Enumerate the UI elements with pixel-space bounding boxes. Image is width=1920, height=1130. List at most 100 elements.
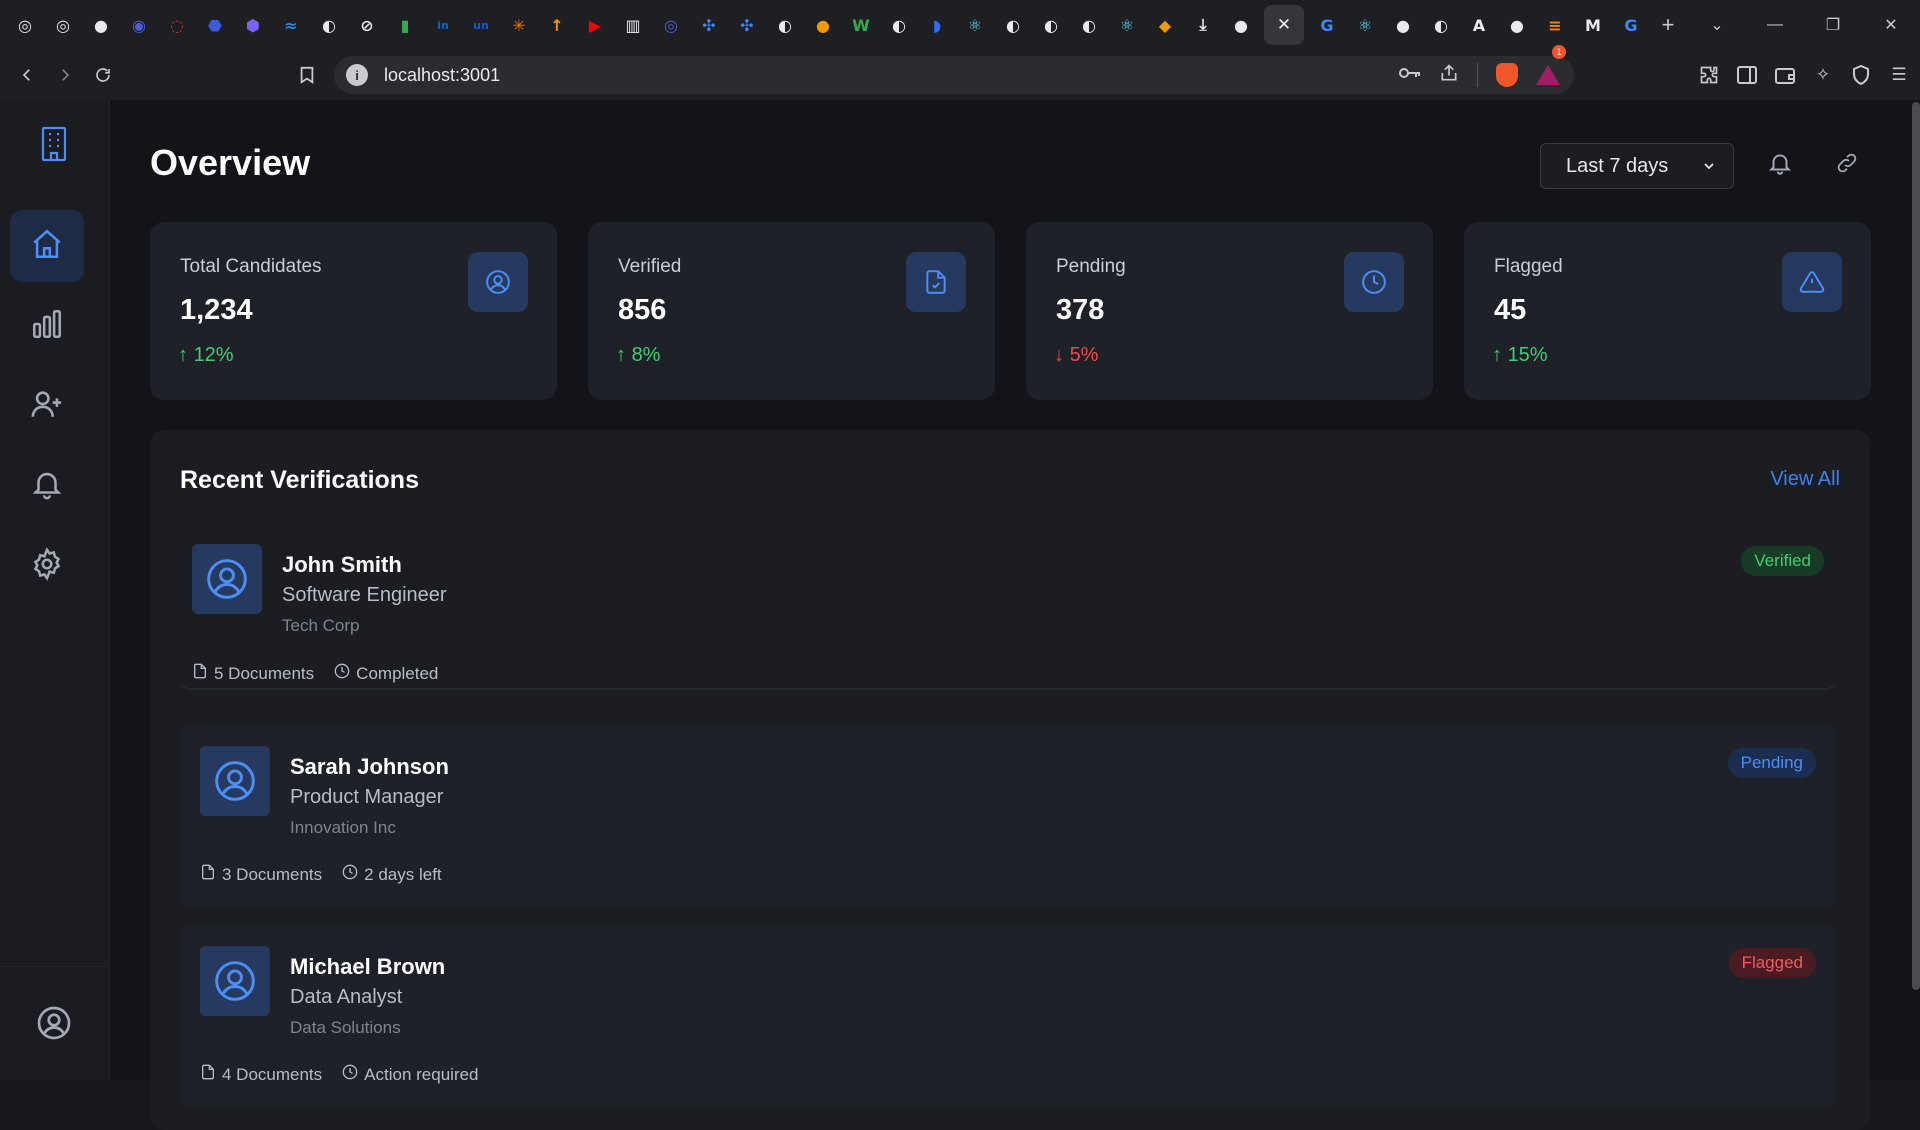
date-range-select[interactable]: Last 7 days xyxy=(1540,143,1734,189)
sidebar-toggle-icon[interactable] xyxy=(1736,64,1758,86)
app: Overview Last 7 days Total Candidates 1,… xyxy=(0,100,1920,1130)
scrollbar-thumb[interactable] xyxy=(1912,102,1920,990)
candidate-name: John Smith xyxy=(282,552,402,577)
favicon-download-tab[interactable]: ⤓ xyxy=(1184,7,1222,43)
share-icon[interactable] xyxy=(1439,63,1459,88)
favicon-23-tab[interactable]: W xyxy=(842,7,880,43)
favicon-medium-tab[interactable]: M xyxy=(1574,7,1612,43)
favicon-31-tab[interactable]: ◆ xyxy=(1146,7,1184,43)
status-badge: Verified xyxy=(1741,546,1824,576)
minimize-icon[interactable]: — xyxy=(1746,0,1804,50)
sidebar-item-add-candidate[interactable] xyxy=(10,370,84,442)
favicon-linkedin-tab[interactable]: in xyxy=(424,7,462,43)
brave-shields-icon[interactable] xyxy=(1496,63,1518,87)
verification-item[interactable]: Michael Brown Data Analyst Data Solution… xyxy=(180,926,1836,1106)
sidebar-item-analytics[interactable] xyxy=(10,290,84,362)
link-button[interactable] xyxy=(1830,148,1864,182)
favicon-20-tab[interactable]: ✣ xyxy=(728,7,766,43)
favicon-27-tab[interactable]: ◐ xyxy=(994,7,1032,43)
restore-icon[interactable]: ❐ xyxy=(1804,0,1862,50)
favicon-21-tab[interactable]: ◐ xyxy=(766,7,804,43)
brave-rewards-icon[interactable]: 1 xyxy=(1536,45,1566,85)
favicon-31-icon: ◆ xyxy=(1158,15,1172,35)
notifications-button[interactable] xyxy=(1763,148,1797,182)
favicon-github-3-tab[interactable]: ● xyxy=(1384,7,1422,43)
favicon-github-tab[interactable]: ● xyxy=(82,7,120,43)
site-info-icon[interactable]: i xyxy=(346,64,368,86)
favicon-30-tab[interactable]: ⚛ xyxy=(1108,7,1146,43)
favicon-1-tab[interactable]: ◎ xyxy=(6,7,44,43)
stat-change: ↑ 15% xyxy=(1492,344,1548,367)
key-icon[interactable] xyxy=(1399,66,1421,85)
home-icon xyxy=(30,227,64,266)
stat-value: 856 xyxy=(618,294,667,326)
favicon-5-tab[interactable]: ◌ xyxy=(158,7,196,43)
favicon-github-4-tab[interactable]: ● xyxy=(1498,7,1536,43)
url-text[interactable]: localhost:3001 xyxy=(384,65,500,86)
favicon-40-tab[interactable]: ≡ xyxy=(1536,7,1574,43)
favicon-24-tab[interactable]: ◐ xyxy=(880,7,918,43)
sidebar-item-settings[interactable] xyxy=(10,530,84,602)
building-logo-icon[interactable] xyxy=(38,126,70,162)
favicon-7-tab[interactable]: ⬢ xyxy=(234,7,272,43)
favicon-29-tab[interactable]: ◐ xyxy=(1070,7,1108,43)
forward-icon[interactable] xyxy=(46,56,84,94)
favicon-4-tab[interactable]: ◉ xyxy=(120,7,158,43)
new-tab-button[interactable]: + xyxy=(1650,7,1686,43)
menu-icon[interactable]: ☰ xyxy=(1888,64,1910,86)
sidebar-item-home[interactable] xyxy=(10,210,84,282)
verification-item[interactable]: John Smith Software Engineer Tech Corp 5… xyxy=(180,530,1836,690)
favicon-14-tab[interactable]: ✳ xyxy=(500,7,538,43)
favicon-5-icon: ◌ xyxy=(170,15,184,35)
favicon-17-tab[interactable]: ▥ xyxy=(614,7,652,43)
wallet-icon[interactable] xyxy=(1774,64,1796,86)
favicon-8-tab[interactable]: ≈ xyxy=(272,7,310,43)
favicon-9-tab[interactable]: ◐ xyxy=(310,7,348,43)
verification-item[interactable]: Sarah Johnson Product Manager Innovation… xyxy=(180,726,1836,906)
browser-toolbar: i localhost:3001 1 ✧ ☰ xyxy=(0,45,1920,100)
favicon-google-2-tab[interactable]: G xyxy=(1612,7,1650,43)
leo-ai-icon[interactable]: ✧ xyxy=(1812,64,1834,86)
stat-label: Verified xyxy=(618,256,682,277)
close-window-icon[interactable]: ✕ xyxy=(1862,0,1920,50)
favicon-10-tab[interactable]: ⊘ xyxy=(348,7,386,43)
close-tab-icon[interactable]: ✕ xyxy=(1277,15,1291,35)
favicon-38-tab[interactable]: A xyxy=(1460,7,1498,43)
view-all-link[interactable]: View All xyxy=(1770,468,1840,491)
favicon-11-tab[interactable]: ▮ xyxy=(386,7,424,43)
arrow-up-icon: ↑ xyxy=(616,344,626,366)
arrow-up-icon: ↑ xyxy=(1492,344,1502,366)
extensions-icon[interactable] xyxy=(1698,64,1720,86)
address-bar[interactable]: i localhost:3001 1 xyxy=(334,45,1574,94)
reload-icon[interactable] xyxy=(84,56,122,94)
item-meta: 3 Documents 2 days left xyxy=(200,864,442,885)
favicon-26-tab[interactable]: ⚛ xyxy=(956,7,994,43)
favicon-github-2-tab[interactable]: ● xyxy=(1222,7,1260,43)
address-bar-actions: 1 xyxy=(1399,45,1566,94)
page-scrollbar[interactable] xyxy=(1910,100,1920,1080)
vpn-icon[interactable] xyxy=(1850,64,1872,86)
favicon-28-tab[interactable]: ◐ xyxy=(1032,7,1070,43)
favicon-19-tab[interactable]: ✣ xyxy=(690,7,728,43)
tab-search-icon[interactable]: ⌄ xyxy=(1688,0,1746,50)
favicon-22-tab[interactable]: ● xyxy=(804,7,842,43)
favicon-6-tab[interactable]: ⬣ xyxy=(196,7,234,43)
active-tab[interactable]: ✕ xyxy=(1264,5,1304,45)
rewards-badge: 1 xyxy=(1552,45,1566,59)
favicon-react-tab[interactable]: ⚛ xyxy=(1346,7,1384,43)
favicon-youtube-tab[interactable]: ▶ xyxy=(576,7,614,43)
profile-avatar-icon[interactable] xyxy=(36,1005,72,1046)
window-controls: ⌄ — ❐ ✕ xyxy=(1688,0,1920,50)
stat-change: ↓ 5% xyxy=(1054,344,1098,367)
bookmark-icon[interactable] xyxy=(288,56,326,94)
favicon-18-tab[interactable]: ◎ xyxy=(652,7,690,43)
favicon-25-tab[interactable]: ◗ xyxy=(918,7,956,43)
sidebar-item-notifications[interactable] xyxy=(10,450,84,522)
documents-text: 3 Documents xyxy=(222,864,323,884)
favicon-37-tab[interactable]: ◐ xyxy=(1422,7,1460,43)
favicon-2-tab[interactable]: ◎ xyxy=(44,7,82,43)
back-icon[interactable] xyxy=(8,56,46,94)
favicon-google-tab[interactable]: G xyxy=(1308,7,1346,43)
favicon-15-tab[interactable]: ↑ xyxy=(538,7,576,43)
favicon-unstop-tab[interactable]: un xyxy=(462,7,500,43)
